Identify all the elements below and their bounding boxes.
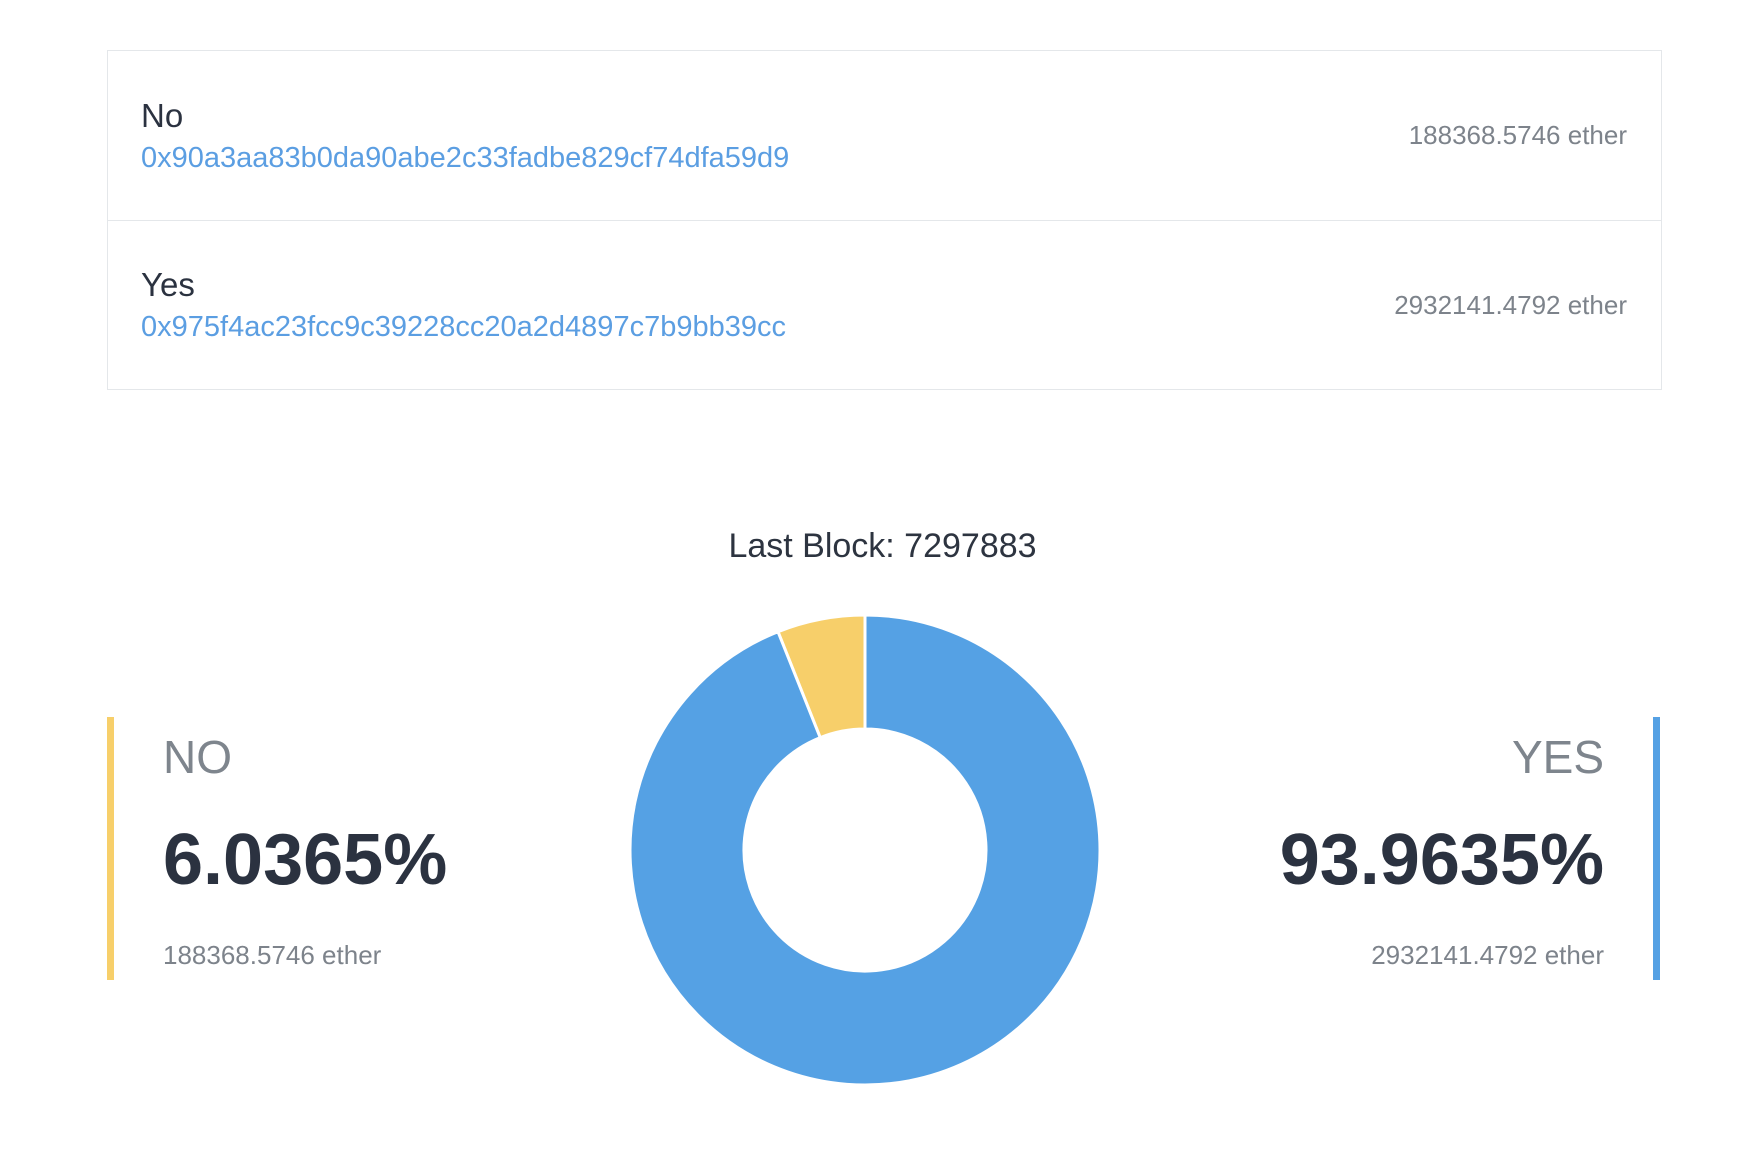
option-amount: 188368.5746 ether bbox=[1408, 120, 1627, 150]
stat-percent-yes: 93.9635% bbox=[1279, 820, 1604, 900]
last-block: Last Block: 7297883 bbox=[728, 527, 1037, 565]
options-list: No 0x90a3aa83b0da90abe2c33fadbe829cf74df… bbox=[107, 50, 1662, 390]
stat-ether-no: 188368.5746 ether bbox=[163, 940, 382, 970]
donut-chart bbox=[628, 613, 1102, 1087]
donut-slice-yes bbox=[628, 613, 1102, 1087]
stat-label-yes: YES bbox=[1511, 731, 1604, 783]
option-row-no: No 0x90a3aa83b0da90abe2c33fadbe829cf74df… bbox=[108, 51, 1661, 220]
stat-percent-no: 6.0365% bbox=[163, 820, 448, 900]
stat-panel-yes: YES 93.9635% 2932141.4792 ether bbox=[1240, 717, 1660, 980]
option-name: No bbox=[141, 96, 184, 134]
stat-ether-yes: 2932141.4792 ether bbox=[1371, 940, 1604, 970]
option-amount: 2932141.4792 ether bbox=[1394, 289, 1627, 320]
stat-label-no: NO bbox=[163, 731, 232, 783]
option-name: Yes bbox=[141, 266, 195, 303]
option-address-link[interactable]: 0x90a3aa83b0da90abe2c33fadbe829cf74dfa59… bbox=[141, 138, 789, 178]
stat-panel-no: NO 6.0365% 188368.5746 ether bbox=[107, 717, 527, 980]
option-info: Yes 0x975f4ac23fcc9c39228cc20a2d4897c7b9… bbox=[141, 263, 786, 347]
option-row-yes: Yes 0x975f4ac23fcc9c39228cc20a2d4897c7b9… bbox=[108, 220, 1661, 389]
option-address-link[interactable]: 0x975f4ac23fcc9c39228cc20a2d4897c7b9bb39… bbox=[141, 307, 786, 347]
option-info: No 0x90a3aa83b0da90abe2c33fadbe829cf74df… bbox=[141, 94, 789, 178]
